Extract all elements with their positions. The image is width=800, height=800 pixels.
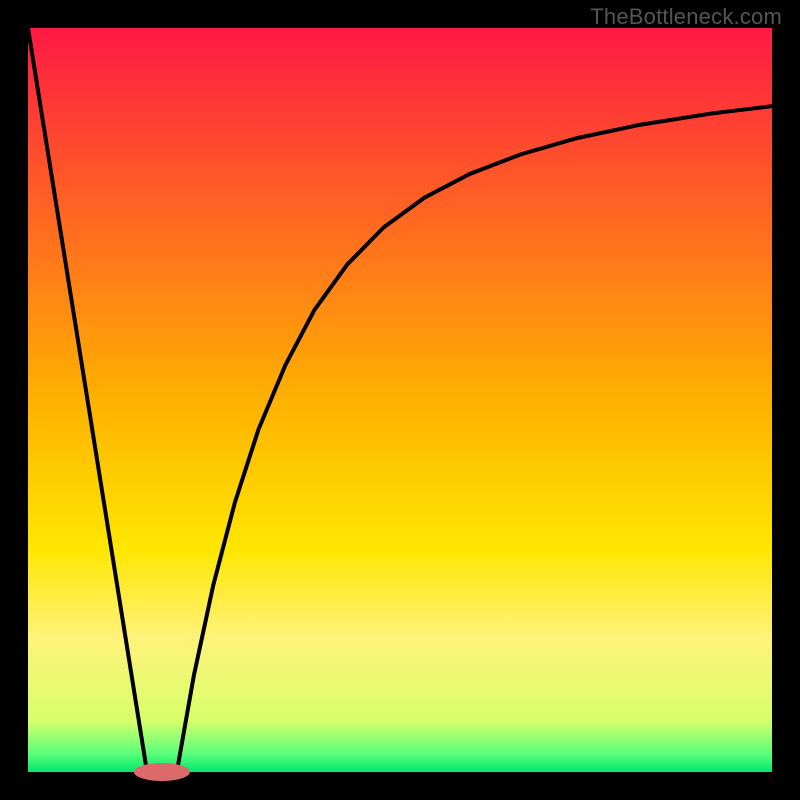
- chart-frame: TheBottleneck.com: [0, 0, 800, 800]
- valley-marker: [134, 763, 190, 781]
- bottleneck-chart: [0, 0, 800, 800]
- watermark-text: TheBottleneck.com: [590, 4, 782, 30]
- plot-background: [28, 28, 772, 772]
